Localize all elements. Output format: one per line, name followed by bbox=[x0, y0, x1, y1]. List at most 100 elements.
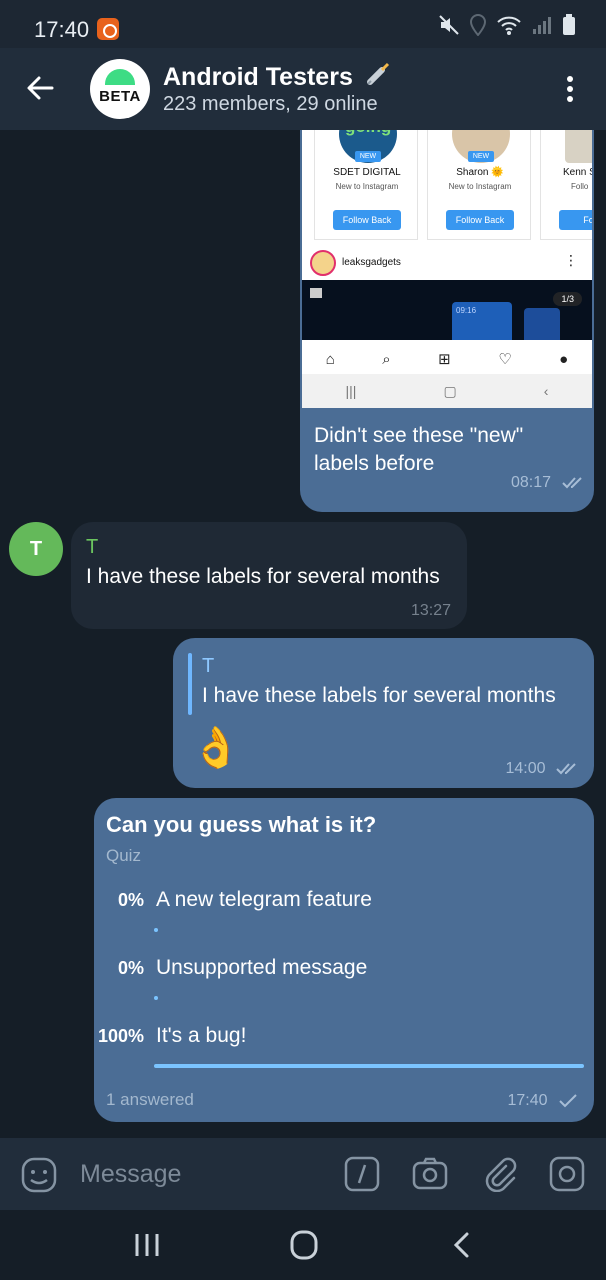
double-check-icon bbox=[561, 477, 582, 489]
syringe-emoji-icon bbox=[366, 62, 389, 85]
chat-title-text: Android Testers bbox=[163, 63, 353, 91]
camera-icon[interactable] bbox=[412, 1156, 448, 1192]
post-account-name: leaksgadgets bbox=[342, 257, 401, 268]
phone-graphic-time: 09:16 bbox=[456, 306, 477, 315]
back-icon: ‹ bbox=[543, 383, 549, 399]
post-image: 1/3 09:16 bbox=[302, 280, 592, 340]
menu-dots-icon[interactable] bbox=[558, 74, 582, 104]
suggestion-name: Kenn S bbox=[563, 167, 592, 178]
message-meta: 14:00 bbox=[506, 760, 581, 778]
status-icons bbox=[438, 13, 576, 41]
option-text: It's a bug! bbox=[156, 1024, 247, 1047]
avatar-beta-label: BETA bbox=[99, 88, 141, 105]
instagram-screenshot-image[interactable]: going NEW SDET DIGITAL New to Instagram … bbox=[302, 130, 592, 408]
sender-avatar[interactable]: T bbox=[9, 522, 63, 576]
option-result-bar bbox=[154, 928, 158, 932]
phone-graphic bbox=[524, 308, 560, 340]
suggestion-card: Kenn S Follo Follo bbox=[540, 130, 592, 240]
chat-header: BETA Android Testers 223 members, 29 onl… bbox=[0, 48, 606, 130]
phone-graphic: 09:16 bbox=[452, 302, 512, 340]
home-button-icon: ▢ bbox=[443, 382, 457, 399]
outgoing-photo-message[interactable]: going NEW SDET DIGITAL New to Instagram … bbox=[300, 130, 594, 512]
post-avatar bbox=[310, 250, 336, 276]
chat-title[interactable]: Android Testers bbox=[163, 60, 392, 92]
quiz-type-label: Quiz bbox=[106, 846, 141, 865]
suggestion-sub: Follo bbox=[571, 182, 589, 191]
screenshot-system-bar: ||| ▢ ‹ bbox=[302, 374, 592, 408]
message-meta: 08:17 bbox=[511, 474, 586, 492]
option-percent: 0% bbox=[117, 958, 144, 978]
ok-hand-emoji: 👌 bbox=[191, 726, 241, 770]
android-logo-icon bbox=[105, 69, 135, 85]
option-percent: 100% bbox=[97, 1026, 144, 1046]
new-badge: NEW bbox=[355, 151, 381, 162]
recents-icon: ||| bbox=[345, 383, 357, 399]
post-counter: 1/3 bbox=[553, 292, 582, 306]
sender-name[interactable]: T bbox=[86, 536, 98, 559]
instagram-camera-icon[interactable] bbox=[549, 1156, 585, 1192]
recording-indicator-icon bbox=[97, 18, 119, 40]
quiz-question: Can you guess what is it? bbox=[106, 812, 377, 837]
reply-quote-text[interactable]: I have these labels for several months bbox=[202, 684, 556, 708]
suggestion-picture bbox=[565, 130, 592, 163]
message-time: 14:00 bbox=[505, 760, 546, 777]
signal-icon bbox=[532, 15, 552, 40]
suggestion-card: NEW Sharon 🌞 New to Instagram Follow Bac… bbox=[427, 130, 531, 240]
sticker-emoji-icon[interactable] bbox=[20, 1156, 58, 1194]
option-text: A new telegram feature bbox=[156, 888, 372, 911]
search-icon: ⌕ bbox=[382, 350, 391, 368]
message-time: 08:17 bbox=[511, 474, 552, 491]
outgoing-reply-message[interactable]: T I have these labels for several months… bbox=[173, 638, 594, 788]
message-meta: 17:40 bbox=[508, 1092, 579, 1110]
suggestion-picture-text: going bbox=[345, 130, 391, 137]
status-time: 17:40 bbox=[34, 17, 90, 42]
home-icon: ⌂ bbox=[325, 350, 335, 368]
recents-icon[interactable] bbox=[130, 1230, 164, 1260]
suggestion-sub: New to Instagram bbox=[448, 182, 512, 191]
message-input-bar bbox=[0, 1138, 606, 1210]
message-input[interactable] bbox=[80, 1152, 320, 1196]
new-badge: NEW bbox=[468, 151, 494, 162]
option-result-bar bbox=[154, 996, 158, 1000]
heart-icon: ♡ bbox=[498, 351, 512, 368]
group-avatar[interactable]: BETA bbox=[90, 59, 150, 119]
post-menu-icon: ⋮ bbox=[564, 252, 578, 268]
quiz-option[interactable]: 100% It's a bug! bbox=[94, 1024, 594, 1084]
reply-quote-bar bbox=[188, 653, 192, 715]
chat-history[interactable]: going NEW SDET DIGITAL New to Instagram … bbox=[0, 130, 606, 1138]
suggestion-card: going NEW SDET DIGITAL New to Instagram … bbox=[314, 130, 418, 240]
mute-icon bbox=[438, 14, 460, 41]
quiz-message[interactable]: Can you guess what is it? Quiz 0% A new … bbox=[94, 798, 594, 1122]
follow-back-button: Follo bbox=[559, 210, 592, 230]
message-text: I have these labels for several months bbox=[86, 565, 440, 588]
back-icon[interactable] bbox=[446, 1230, 480, 1260]
quiz-option[interactable]: 0% A new telegram feature bbox=[94, 888, 594, 948]
check-icon bbox=[559, 1094, 577, 1108]
suggestion-name: Sharon 🌞 bbox=[456, 167, 504, 178]
back-arrow-icon[interactable] bbox=[22, 68, 62, 108]
bot-command-icon[interactable] bbox=[344, 1156, 380, 1192]
option-result-bar bbox=[154, 1064, 584, 1068]
message-text: Didn't see these "new" labels before bbox=[314, 424, 524, 475]
chat-subtitle: 223 members, 29 online bbox=[163, 93, 378, 115]
incoming-message[interactable]: T I have these labels for several months… bbox=[71, 522, 467, 629]
wifi-icon bbox=[496, 14, 522, 41]
quiz-answered-count[interactable]: 1 answered bbox=[106, 1090, 194, 1110]
home-icon[interactable] bbox=[287, 1230, 321, 1260]
mi-logo-icon bbox=[310, 288, 322, 298]
status-bar: 17:40 bbox=[0, 0, 606, 48]
attach-icon[interactable] bbox=[482, 1156, 518, 1193]
message-time: 13:27 bbox=[410, 602, 451, 619]
system-navigation-bar bbox=[0, 1210, 606, 1280]
suggestion-sub: New to Instagram bbox=[335, 182, 399, 191]
double-check-icon bbox=[556, 763, 576, 775]
location-icon bbox=[469, 13, 487, 41]
option-text: Unsupported message bbox=[156, 956, 368, 979]
add-post-icon: ⊞ bbox=[438, 351, 451, 368]
follow-back-button: Follow Back bbox=[333, 210, 401, 230]
profile-icon: ● bbox=[559, 350, 569, 368]
instagram-navbar: ⌂ ⌕ ⊞ ♡ ● bbox=[302, 344, 592, 374]
post-header: leaksgadgets ⋮ bbox=[302, 246, 592, 280]
quiz-option[interactable]: 0% Unsupported message bbox=[94, 956, 594, 1016]
reply-quote-name[interactable]: T bbox=[202, 655, 214, 678]
